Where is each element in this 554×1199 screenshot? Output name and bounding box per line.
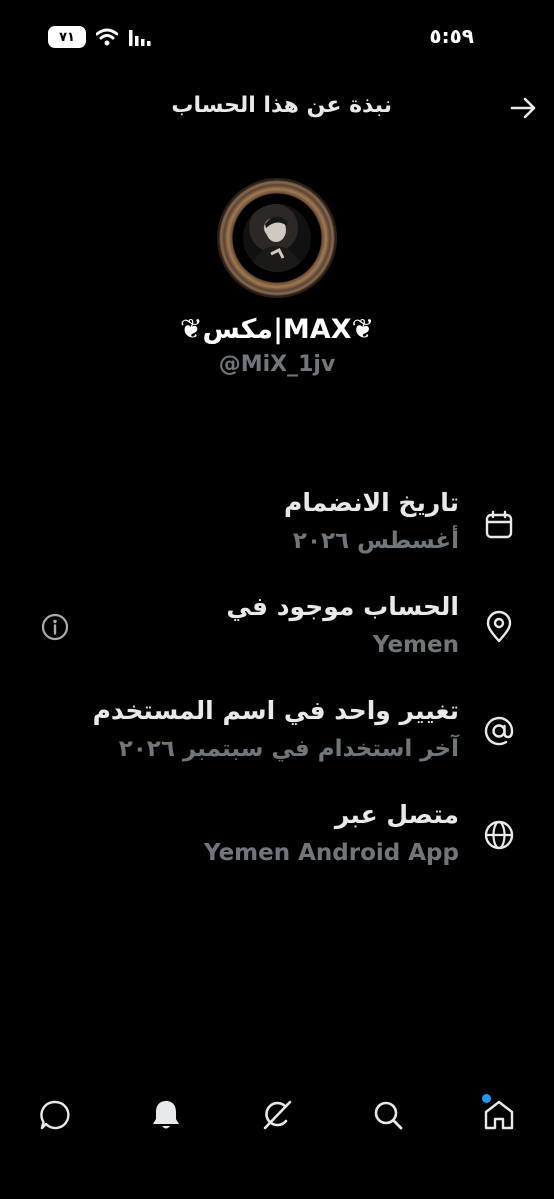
avatar[interactable] xyxy=(219,180,335,296)
calendar-icon xyxy=(485,510,513,539)
page-title: نبذة عن هذا الحساب xyxy=(171,93,392,118)
username-changes-value: آخر استخدام في سبتمبر ٢٠٢٦ xyxy=(118,736,459,762)
account-location-value: Yemen xyxy=(372,632,459,658)
clock: ٥:٥٩ xyxy=(429,24,474,48)
bell-icon xyxy=(153,1101,179,1129)
row-connected-via: متصل عبر Yemen Android App xyxy=(0,796,554,876)
connected-via-value: Yemen Android App xyxy=(204,840,459,866)
search-icon xyxy=(374,1101,403,1130)
header: نبذة عن هذا الحساب xyxy=(0,85,554,133)
home-unread-dot xyxy=(482,1094,491,1103)
person-silhouette-icon xyxy=(251,216,303,272)
info-icon[interactable] xyxy=(40,612,70,642)
row-join-date: تاريخ الانضمام أغسطس ٢٠٢٦ xyxy=(0,484,554,564)
display-name: ❦مكس|MAX❦ xyxy=(179,314,375,345)
signal-icon xyxy=(129,30,151,46)
nav-notifications[interactable] xyxy=(134,1080,198,1150)
globe-icon xyxy=(484,820,514,850)
wifi-icon xyxy=(96,28,118,46)
username-handle: @MiX_1jv xyxy=(218,352,336,377)
location-pin-icon xyxy=(486,610,512,643)
status-icons: ٧١ xyxy=(48,26,152,48)
row-username-changes: تغيير واحد في اسم المستخدم آخر استخدام ف… xyxy=(0,692,554,772)
connected-via-title: متصل عبر xyxy=(334,800,459,829)
nav-home[interactable] xyxy=(467,1080,531,1150)
status-bar: ٧١ ٥:٥٩ xyxy=(0,0,554,75)
at-sign-icon xyxy=(484,716,514,746)
nav-grok[interactable] xyxy=(245,1080,309,1150)
row-account-location: الحساب موجود في Yemen xyxy=(0,588,554,668)
join-date-title: تاريخ الانضمام xyxy=(284,488,459,517)
back-arrow-icon[interactable] xyxy=(506,91,540,125)
avatar-photo xyxy=(243,204,311,272)
bottom-nav xyxy=(0,1080,554,1150)
nav-search[interactable] xyxy=(356,1080,420,1150)
username-changes-title: تغيير واحد في اسم المستخدم xyxy=(92,696,459,725)
grok-icon xyxy=(263,1100,292,1130)
nav-messages[interactable] xyxy=(23,1080,87,1150)
account-location-title: الحساب موجود في xyxy=(226,592,459,621)
chat-bubble-icon xyxy=(40,1100,70,1130)
battery-icon: ٧١ xyxy=(48,26,86,48)
join-date-value: أغسطس ٢٠٢٦ xyxy=(292,528,459,554)
